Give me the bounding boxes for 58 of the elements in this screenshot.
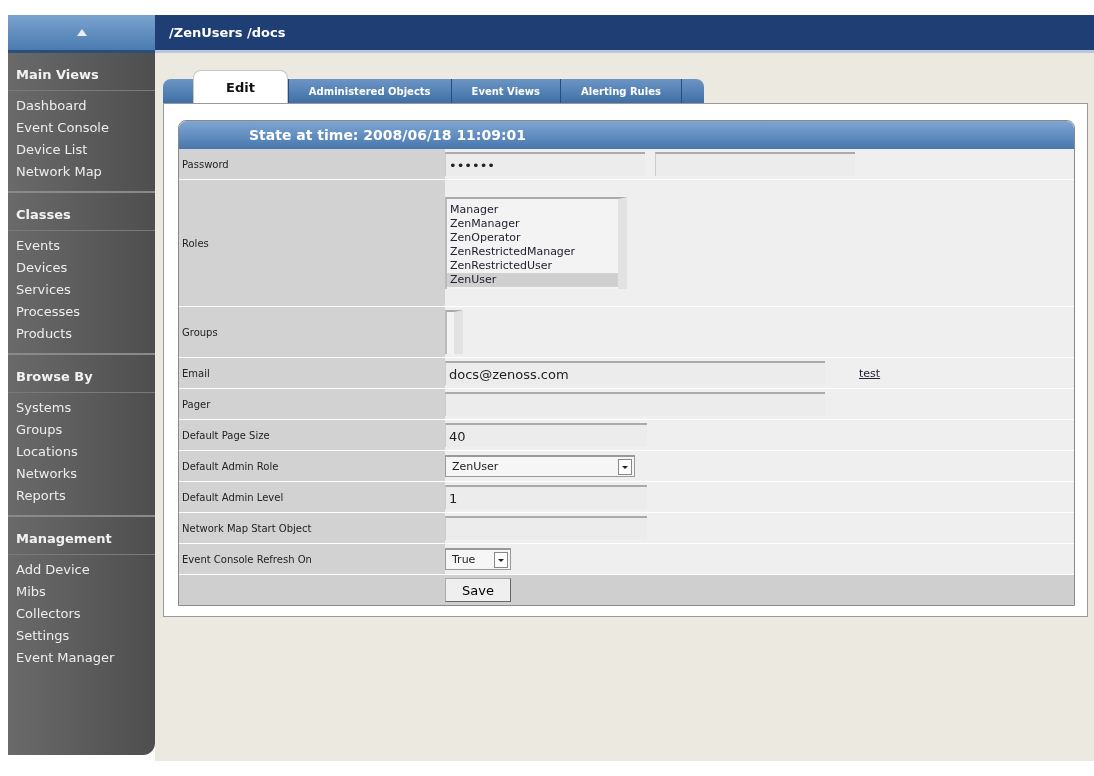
- listbox-option[interactable]: ZenOperator: [447, 231, 618, 245]
- text-field[interactable]: [445, 392, 825, 416]
- sidebar-item[interactable]: Dashboard: [8, 95, 155, 117]
- field-label: Pager: [179, 389, 445, 419]
- field-label: Default Admin Role: [179, 451, 445, 481]
- listbox-option[interactable]: Manager: [447, 203, 618, 217]
- sidebar-item[interactable]: Network Map: [8, 161, 155, 183]
- sidebar-item[interactable]: Device List: [8, 139, 155, 161]
- sidebar-item[interactable]: Processes: [8, 301, 155, 323]
- tab-bar-end: [680, 79, 704, 103]
- listbox[interactable]: Manager ZenManager ZenOperator ZenRestrictedManager ZenRestrictedUser ZenUser: [445, 197, 627, 289]
- field-label: Password: [179, 149, 445, 179]
- password-field[interactable]: ••••••: [445, 152, 645, 176]
- tab-bar-end: [163, 79, 193, 103]
- sidebar-item[interactable]: Events: [8, 235, 155, 257]
- up-arrow-icon: [76, 29, 87, 36]
- field-label: Default Admin Level: [179, 482, 445, 512]
- listbox[interactable]: [445, 310, 463, 354]
- text-field[interactable]: docs@zenoss.com: [445, 361, 825, 385]
- field-label: Email: [179, 358, 445, 388]
- sidebar-item[interactable]: Settings: [8, 625, 155, 647]
- text-field[interactable]: 1: [445, 485, 647, 509]
- tab[interactable]: Administered Objects: [287, 79, 451, 103]
- sidebar-item[interactable]: Add Device: [8, 559, 155, 581]
- tab[interactable]: Event Views: [450, 79, 561, 103]
- breadcrumb: /ZenUsers /docs: [169, 25, 286, 40]
- dropdown[interactable]: ZenUser: [445, 455, 635, 477]
- collapse-bar[interactable]: [8, 15, 155, 53]
- text-field[interactable]: [445, 516, 647, 540]
- field-label: Network Map Start Object: [179, 513, 445, 543]
- field-label: Event Console Refresh On: [179, 544, 445, 574]
- sidebar-item[interactable]: Products: [8, 323, 155, 345]
- confirm-password-field[interactable]: [655, 152, 855, 176]
- sidebar-item[interactable]: Reports: [8, 485, 155, 507]
- tab[interactable]: Alerting Rules: [560, 79, 681, 103]
- sidebar-item[interactable]: Mibs: [8, 581, 155, 603]
- listbox-option[interactable]: ZenUser: [447, 273, 618, 287]
- save-button[interactable]: Save: [445, 578, 511, 602]
- sidebar-item[interactable]: Services: [8, 279, 155, 301]
- listbox-option[interactable]: ZenRestrictedManager: [447, 245, 618, 259]
- sidebar-item[interactable]: Event Console: [8, 117, 155, 139]
- sidebar-item[interactable]: Systems: [8, 397, 155, 419]
- field-label: Groups: [179, 307, 445, 357]
- sidebar-item[interactable]: Locations: [8, 441, 155, 463]
- sidebar-item[interactable]: Collectors: [8, 603, 155, 625]
- field-label: Default Page Size: [179, 420, 445, 450]
- text-field[interactable]: 40: [445, 423, 647, 447]
- sidebar-item[interactable]: Networks: [8, 463, 155, 485]
- tab[interactable]: Edit: [193, 70, 288, 103]
- sidebar-item[interactable]: Groups: [8, 419, 155, 441]
- sidebar-item[interactable]: Event Manager: [8, 647, 155, 669]
- listbox-option[interactable]: ZenRestrictedUser: [447, 259, 618, 273]
- sidebar-item[interactable]: Devices: [8, 257, 155, 279]
- panel-header: State at time: 2008/06/18 11:09:01: [179, 121, 1074, 149]
- dropdown[interactable]: True: [445, 548, 511, 570]
- listbox-option[interactable]: ZenManager: [447, 217, 618, 231]
- field-label: Roles: [179, 180, 445, 306]
- test-link[interactable]: test: [859, 366, 881, 380]
